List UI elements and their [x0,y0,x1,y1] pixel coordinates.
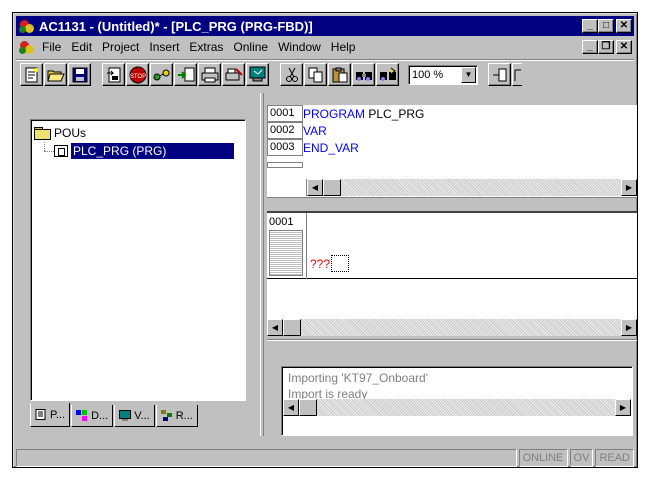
paste-icon[interactable] [328,63,351,86]
tree-item-pous[interactable]: POUs [34,124,242,142]
tree-item-label: PLC_PRG (PRG) [71,143,234,159]
status-ov: OV [569,449,594,467]
zoom-select[interactable]: 100 % ▼ [408,64,478,85]
maximize-button[interactable]: □ [598,19,614,33]
scroll-right-icon[interactable]: ▶ [621,179,637,196]
fbd-editor[interactable]: 0001 ??? [267,211,637,325]
status-text [16,449,517,467]
window-title: AC1131 - (Untitled)* - [PLC_PRG (PRG-FBD… [39,18,313,34]
placeholder-text[interactable]: ??? [310,257,330,271]
pou-icon [54,145,68,157]
status-online: ONLINE [518,449,568,467]
menu-extras[interactable]: Extras [184,40,228,54]
organizer-tabs: P... D... V... R... [30,403,256,429]
line-number: 0002 [267,122,303,139]
object-organizer: POUs PLC_PRG (PRG) P... D... V... R... [16,93,260,436]
tab-data-types[interactable]: D... [71,405,114,427]
menu-online[interactable]: Online [228,40,273,54]
horizontal-splitter[interactable] [267,339,637,341]
new-file-icon[interactable] [20,63,43,86]
open-folder-icon[interactable] [44,63,67,86]
data-types-tab-icon [76,410,88,421]
find-icon[interactable] [352,63,375,86]
doc-close-button[interactable]: ✕ [616,40,632,54]
tab-label: D... [91,409,109,422]
scroll-right-icon[interactable]: ▶ [615,399,631,416]
resources-tab-icon [160,410,173,421]
tab-label: P... [50,408,66,421]
step-in-icon[interactable] [174,63,197,86]
folder-open-icon [34,127,51,140]
scroll-right-icon[interactable]: ▶ [621,319,637,336]
title-bar[interactable]: AC1131 - (Untitled)* - [PLC_PRG (PRG-FBD… [16,16,634,36]
cut-icon[interactable] [280,63,303,86]
code-line: 0002 VAR [267,122,637,139]
tab-label: R... [175,409,193,422]
insert-box-icon[interactable] [512,63,522,86]
scroll-left-icon[interactable]: ◀ [307,179,323,196]
line-number: 0001 [267,105,303,122]
save-icon[interactable] [68,63,91,86]
find-next-icon[interactable] [376,63,399,86]
vertical-splitter[interactable] [260,93,264,436]
insert-input-icon[interactable] [488,63,511,86]
pou-tree[interactable]: POUs PLC_PRG (PRG) [30,119,246,401]
message-hscrollbar[interactable]: ◀ ▶ [283,399,631,416]
scroll-thumb[interactable] [299,399,317,416]
toolbar: STOP 100 % ▼ [16,59,634,89]
menu-edit[interactable]: Edit [66,40,97,54]
doc-restore-button[interactable]: ❐ [598,40,614,54]
keyword: END_VAR [303,140,359,155]
monitor-icon[interactable] [246,63,269,86]
tab-label: V... [134,409,150,422]
status-read: READ [595,449,634,467]
keyword: VAR [303,123,327,138]
tab-pous[interactable]: P... [30,403,71,427]
line-number: 0003 [267,139,303,156]
print-icon[interactable] [198,63,221,86]
menu-project[interactable]: Project [97,40,144,54]
pous-tab-icon [35,409,47,420]
code-text: PLC_PRG [365,106,425,121]
menu-bar: File Edit Project Insert Extras Online W… [16,37,634,57]
doc-minimize-button[interactable]: _ [582,40,598,54]
status-bar: ONLINE OV READ [16,449,634,467]
scroll-thumb[interactable] [283,319,301,336]
scroll-left-icon[interactable]: ◀ [267,319,283,336]
code-line: 0003 END_VAR [267,139,637,156]
menu-insert[interactable]: Insert [144,40,184,54]
network[interactable]: 0001 ??? [267,213,637,279]
visualizations-tab-icon [119,410,132,421]
declaration-hscrollbar[interactable]: ◀ ▶ [267,179,637,196]
line-number-partial [267,161,303,168]
print-preview-icon[interactable] [222,63,245,86]
svg-text:STOP: STOP [129,74,145,80]
menu-help[interactable]: Help [326,40,361,54]
minimize-button[interactable]: _ [582,19,598,33]
tab-resources[interactable]: R... [155,405,198,427]
scroll-left-icon[interactable]: ◀ [283,399,299,416]
login-icon[interactable] [150,63,173,86]
fbd-hscrollbar[interactable]: ◀ ▶ [267,319,637,336]
build-icon[interactable] [102,63,125,86]
zoom-value: 100 % [412,68,444,81]
tab-visualizations[interactable]: V... [114,405,155,427]
close-button[interactable]: ✕ [616,19,632,33]
keyword: PROGRAM [303,106,366,121]
insert-point-box[interactable] [331,255,349,272]
document-icon[interactable] [19,39,35,55]
scroll-thumb[interactable] [323,179,341,196]
app-icon[interactable] [19,18,35,34]
network-marker[interactable] [269,230,303,276]
menu-window[interactable]: Window [273,40,326,54]
tree-item-plc-prg[interactable]: PLC_PRG (PRG) [34,142,242,160]
copy-icon[interactable] [304,63,327,86]
stop-icon[interactable]: STOP [126,63,149,86]
menu-file[interactable]: File [37,40,66,54]
tree-item-label: POUs [54,126,87,140]
message-line: Importing 'KT97_Onboard' [288,371,428,385]
code-line: 0001 PROGRAM PLC_PRG [267,105,637,122]
main-window: AC1131 - (Untitled)* - [PLC_PRG (PRG-FBD… [12,12,638,468]
chevron-down-icon[interactable]: ▼ [461,66,476,83]
